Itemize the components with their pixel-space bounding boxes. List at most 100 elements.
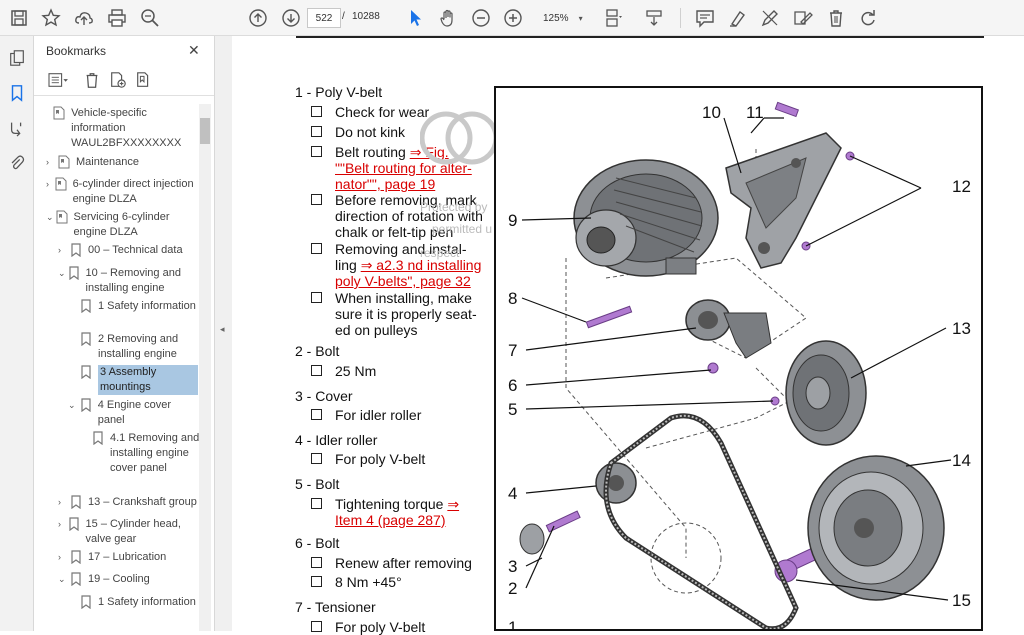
tree-node[interactable]: › Maintenance (46, 155, 196, 170)
panel-scrollbar[interactable] (199, 104, 211, 631)
hand-tool-icon[interactable] (435, 5, 461, 31)
item-heading: 6 - Bolt (295, 535, 340, 551)
page-thumbnails-icon[interactable] (6, 47, 28, 69)
paperclip-icon[interactable] (6, 152, 28, 174)
page-total: 10288 (352, 11, 380, 22)
page-layout-icon[interactable] (600, 5, 626, 31)
scroll-mode-icon[interactable] (641, 5, 667, 31)
print-icon[interactable] (104, 5, 130, 31)
zoom-search-icon[interactable] (137, 5, 163, 31)
tree-node[interactable]: 2 Removing and installing engine (80, 332, 198, 362)
bookmark-icon (81, 332, 91, 346)
main-toolbar: 522 / 10288 125% ▾ (0, 0, 1024, 36)
watermark-text: permitted u (432, 222, 493, 236)
close-icon[interactable]: ✕ (188, 42, 200, 59)
watermark-text: Protected by (420, 200, 488, 214)
find-bookmark-icon[interactable] (133, 70, 155, 90)
callout-number: 5 (508, 400, 517, 419)
draw-pen-icon[interactable] (757, 5, 783, 31)
upload-cloud-icon[interactable] (71, 5, 97, 31)
redo-icon[interactable] (855, 5, 881, 31)
bookmark-page-icon (56, 210, 68, 224)
bookmark-page-icon (58, 155, 70, 169)
bookmark-panel-icon[interactable] (6, 82, 28, 104)
callout-number: 10 (702, 103, 721, 122)
vibration-damper-14 (807, 455, 945, 601)
chevron-down-icon: ▾ (578, 13, 583, 23)
star-icon[interactable] (38, 5, 64, 31)
mounting-bracket (725, 132, 842, 269)
page-separator: / (342, 11, 345, 22)
cross-reference-link[interactable]: Item 4 (page 287) (335, 512, 446, 528)
bookmark-tools (34, 64, 214, 96)
bookmark-page-icon (53, 106, 65, 120)
bookmark-tree: Vehicle-specific information WAUL2BFXXXX… (34, 104, 204, 631)
new-bookmark-icon[interactable] (107, 70, 129, 90)
navigation-rail (0, 36, 34, 631)
panel-splitter[interactable]: ◂ (214, 36, 232, 631)
bookmark-icon (81, 299, 91, 313)
callout-number: 11 (746, 103, 764, 122)
page-rule (296, 36, 984, 38)
bookmark-icon (71, 572, 81, 586)
engine-diagram: 9 10 11 12 13 8 7 6 5 14 4 3 2 15 1 (508, 101, 971, 629)
collapse-panel-icon[interactable]: ◂ (220, 324, 225, 335)
watermark-text: respect (420, 246, 460, 260)
panel-title: Bookmarks (46, 44, 107, 58)
item-heading: 7 - Tensioner (295, 599, 376, 615)
bookmark-icon (81, 595, 91, 609)
callout-number: 15 (952, 591, 971, 610)
page-down-icon[interactable] (278, 5, 304, 31)
tree-node[interactable]: ⌄ 19 – Cooling (58, 572, 198, 587)
callout-number: 8 (508, 289, 517, 308)
tree-node-selected[interactable]: 3 Assembly mountings (80, 365, 198, 395)
tree-node[interactable]: › 6-cylinder direct injection engine DLZA (46, 177, 196, 207)
tree-node[interactable]: 4.1 Removing and installing engine cover… (92, 431, 200, 476)
delete-icon[interactable] (823, 5, 849, 31)
exploded-view-figure: 9 10 11 12 13 8 7 6 5 14 4 3 2 15 1 (494, 86, 983, 631)
item-heading: 2 - Bolt (295, 343, 340, 359)
item-heading: 4 - Idler roller (295, 432, 378, 448)
tree-node[interactable]: ⌄ 10 – Removing and installing engine (58, 266, 198, 296)
zoom-select[interactable]: 125% ▾ (533, 8, 591, 28)
zoom-out-icon[interactable] (468, 5, 494, 31)
callout-number: 3 (508, 557, 517, 576)
bookmark-icon (68, 517, 79, 531)
checklist-item: Check for wear (311, 104, 429, 120)
callout-number: 7 (508, 341, 517, 360)
item-heading: 3 - Cover (295, 388, 353, 404)
tree-node[interactable]: 1 Safety information (80, 299, 198, 314)
checklist-item: 8 Nm +45° (311, 574, 402, 590)
fill-sign-icon[interactable] (790, 5, 816, 31)
cross-reference-link[interactable]: nator"", page 19 (335, 176, 435, 192)
checklist-item: For idler roller (311, 407, 421, 423)
checklist-item: For poly V-belt (311, 619, 425, 635)
zoom-value: 125% (543, 12, 569, 24)
tree-node[interactable]: Vehicle-specific information WAUL2BFXXXX… (46, 106, 196, 151)
delete-bookmark-icon[interactable] (81, 70, 103, 90)
tree-node[interactable]: › 13 – Crankshaft group (58, 495, 204, 510)
cross-reference-link[interactable]: poly V-belts", page 32 (335, 273, 471, 289)
tree-node[interactable]: › 00 – Technical data (58, 243, 198, 258)
callout-number: 9 (508, 211, 517, 230)
bookmark-icon (68, 266, 79, 280)
attachments-tool-icon[interactable] (6, 117, 28, 139)
zoom-in-icon[interactable] (500, 5, 526, 31)
tree-node[interactable]: › 15 – Cylinder head, valve gear (58, 517, 198, 547)
pulley-13 (785, 340, 867, 446)
callout-number: 13 (952, 319, 971, 338)
item-heading: 1 - Poly V-belt (295, 84, 383, 100)
comment-icon[interactable] (692, 5, 718, 31)
tree-node[interactable]: ⌄ 4 Engine cover panel (68, 398, 198, 428)
select-cursor-icon[interactable] (402, 5, 428, 31)
tree-node[interactable]: 1 Safety information (80, 595, 198, 610)
tree-node[interactable]: ⌄ Servicing 6-cylinder engine DLZA (46, 210, 196, 240)
bookmark-options-icon[interactable] (44, 70, 72, 90)
tree-node[interactable]: › 17 – Lubrication (58, 550, 198, 565)
page-number-input[interactable]: 522 (307, 8, 341, 28)
save-icon[interactable] (6, 5, 32, 31)
highlighter-icon[interactable] (725, 5, 751, 31)
cross-reference-link[interactable]: ⇒ (447, 496, 459, 512)
page-up-icon[interactable] (245, 5, 271, 31)
panel-scroll-thumb[interactable] (200, 118, 210, 144)
